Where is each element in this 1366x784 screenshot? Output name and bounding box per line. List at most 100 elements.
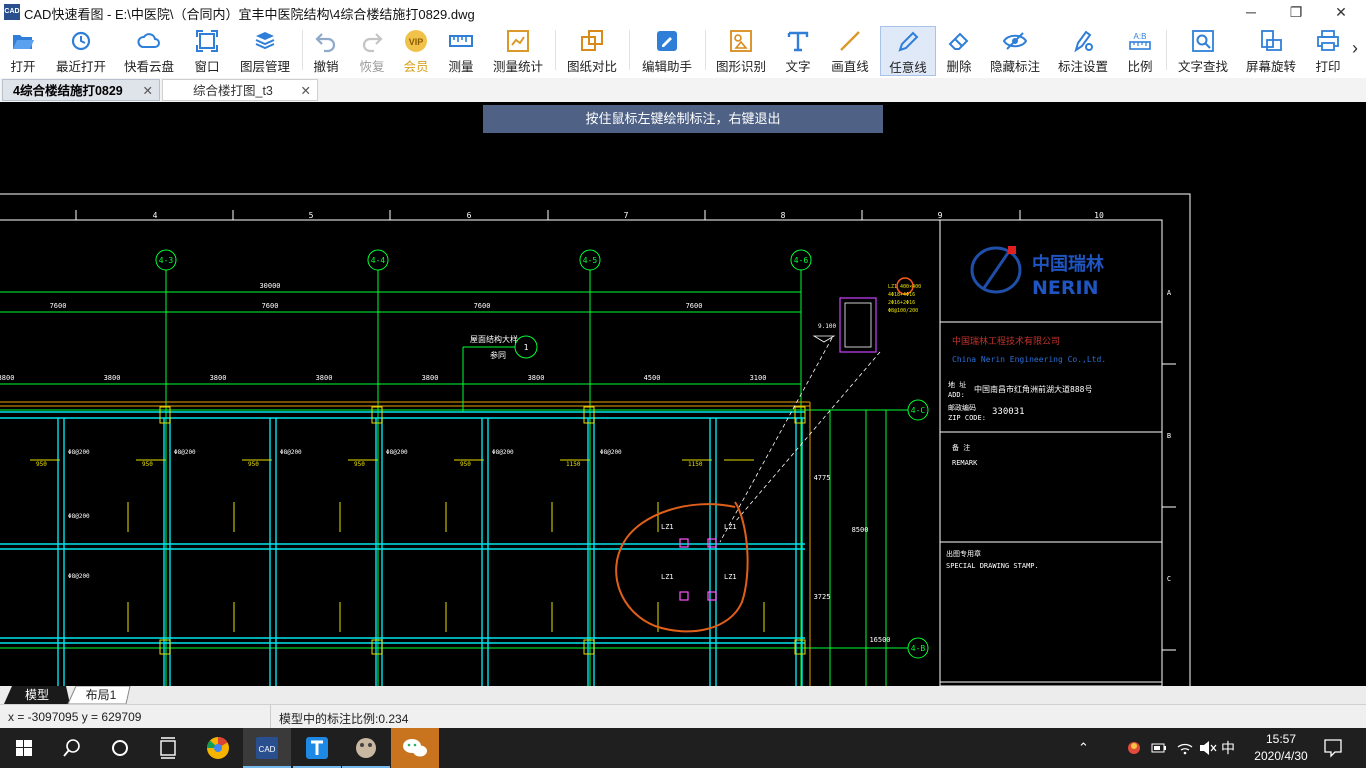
recent-clock-icon	[71, 31, 91, 51]
grid-bubble-label: 4-B	[911, 644, 926, 653]
edit-assistant-button[interactable]: 编辑助手	[636, 26, 698, 76]
stamp-label-en: SPECIAL DRAWING STAMP.	[946, 562, 1039, 570]
draw-line-button[interactable]: 画直线	[824, 26, 876, 76]
battery-icon[interactable]	[1150, 728, 1168, 768]
print-button[interactable]: 打印	[1308, 26, 1348, 76]
close-button[interactable]: ✕	[1318, 0, 1364, 24]
column-number: 7	[624, 211, 629, 220]
scale-button[interactable]: A:B 比例	[1120, 26, 1160, 76]
notification-icon[interactable]	[1322, 728, 1344, 768]
recent-open-button[interactable]: 最近打开	[50, 26, 112, 76]
freehand-pen-icon	[898, 31, 919, 52]
tray-app-icon[interactable]	[1126, 728, 1142, 768]
window-button[interactable]: 窗口	[186, 26, 228, 76]
measure-stats-button[interactable]: 测量统计	[488, 26, 548, 76]
document-tab-bar: 4综合楼结施打0829 ✕ 综合楼打图_t3 ✕	[0, 78, 1366, 103]
toolbar-overflow-icon[interactable]: ›	[1352, 38, 1358, 59]
tab-building-t3[interactable]: 综合楼打图_t3 ✕	[162, 79, 318, 101]
ime-indicator[interactable]: 中	[1221, 728, 1235, 768]
cortana-icon[interactable]	[96, 728, 144, 768]
game-icon[interactable]	[342, 728, 390, 768]
wifi-icon[interactable]	[1176, 728, 1194, 768]
svg-text:950: 950	[354, 461, 365, 468]
zip-label: 邮政编码	[948, 403, 976, 412]
tab-label: 4综合楼结施打0829	[13, 84, 123, 98]
measure-stats-icon	[507, 30, 529, 52]
toolbar-label: 隐藏标注	[989, 60, 1040, 74]
toolbar-label: 画直线	[831, 60, 869, 74]
screen-rotate-button[interactable]: 屏幕旋转	[1240, 26, 1302, 76]
svg-text:950: 950	[248, 461, 259, 468]
cloud-drive-button[interactable]: 快看云盘	[118, 26, 180, 76]
column-label-lz: LZ1	[724, 523, 737, 531]
vip-button[interactable]: VIP 会员	[396, 26, 436, 76]
toolbar-label: 屏幕旋转	[1245, 60, 1296, 74]
drawing-hint-banner: 按住鼠标左键绘制标注，右键退出	[483, 105, 883, 133]
redo-icon	[362, 33, 383, 53]
column-number: 8	[781, 211, 786, 220]
delete-button[interactable]: 删除	[940, 26, 978, 76]
freehand-line-button[interactable]: 任意线	[880, 26, 936, 76]
svg-text:950: 950	[142, 461, 153, 468]
dimension-vertical: 3725	[814, 593, 831, 601]
column-number: 9	[938, 211, 943, 220]
minimize-button[interactable]: ─	[1228, 0, 1274, 24]
annotation-settings-button[interactable]: 标注设置	[1052, 26, 1114, 76]
search-icon[interactable]	[48, 728, 96, 768]
undo-button[interactable]: 撤销	[306, 26, 346, 76]
tab-layout-1[interactable]: 布局1	[74, 686, 128, 704]
address-label-en: ADD:	[948, 391, 965, 399]
tab-model[interactable]: 模型	[10, 686, 64, 704]
text-button[interactable]: 文字	[778, 26, 818, 76]
toolbar-label: 编辑助手	[641, 60, 692, 74]
eraser-icon	[948, 32, 969, 50]
tray-expand-icon[interactable]: ⌃	[1078, 728, 1089, 768]
grid-bubble-label: 4-6	[794, 256, 809, 265]
measure-button[interactable]: 测量	[440, 26, 482, 76]
tab-close-icon[interactable]: ✕	[301, 80, 311, 102]
line-icon	[840, 31, 860, 51]
row-letter: C	[1167, 575, 1171, 583]
cad-viewer-icon[interactable]: CAD	[243, 728, 291, 768]
dimension-span: 7600	[50, 302, 67, 310]
note-subtitle: 参同	[490, 350, 506, 360]
layer-manager-button[interactable]: 图层管理	[234, 26, 296, 76]
tab-close-icon[interactable]: ✕	[143, 80, 153, 102]
dimension-total: 30000	[259, 282, 280, 290]
wechat-icon[interactable]	[391, 728, 439, 768]
text-search-button[interactable]: 文字查找	[1172, 26, 1234, 76]
windows-start-icon[interactable]	[0, 728, 48, 768]
toolbar-label: 比例	[1127, 60, 1153, 74]
toolbar-label: 任意线	[889, 61, 927, 75]
svg-text:2Φ16+2Φ16: 2Φ16+2Φ16	[888, 300, 915, 306]
hide-annotation-button[interactable]: 隐藏标注	[984, 26, 1046, 76]
task-view-icon[interactable]	[144, 728, 192, 768]
row-letter: B	[1167, 432, 1171, 440]
company-name-en: China Nerin Engineering Co.,Ltd.	[952, 355, 1106, 364]
dimension-sub: 3800	[422, 374, 439, 382]
dimension-sub: 3800	[104, 374, 121, 382]
text-app-icon[interactable]	[293, 728, 341, 768]
text-search-icon	[1192, 30, 1214, 52]
drawing-compare-button[interactable]: 图纸对比	[562, 26, 622, 76]
annotation-scale: 模型中的标注比例:0.234	[279, 712, 409, 726]
open-button[interactable]: 打开	[0, 26, 46, 76]
clock-time: 15:57	[1265, 732, 1297, 746]
toolbar-label: 文字	[785, 60, 811, 74]
tab-4-building[interactable]: 4综合楼结施打0829 ✕	[2, 79, 160, 101]
cursor-coordinates: x = -3097095 y = 629709	[8, 710, 142, 724]
browser-icon[interactable]	[194, 728, 242, 768]
freehand-annotation	[615, 501, 749, 633]
logo-cn-text: 中国瑞林	[1032, 253, 1104, 275]
redo-button[interactable]: 恢复	[352, 26, 392, 76]
svg-text:Φ8@200: Φ8@200	[68, 449, 90, 456]
svg-text:950: 950	[36, 461, 47, 468]
drawing-canvas[interactable]: 4 5 6 7 8 9 10 4-3 4-4 4-5 4-6 4-C 4-B 3…	[0, 102, 1366, 686]
system-clock[interactable]: 15:57 2020/4/30	[1248, 731, 1314, 765]
svg-text:1150: 1150	[566, 461, 581, 468]
shape-recognition-button[interactable]: 图形识别	[710, 26, 772, 76]
maximize-button[interactable]: ❐	[1273, 0, 1319, 24]
column-label-lz: LZ1	[661, 523, 674, 531]
clock-date: 2020/4/30	[1254, 749, 1308, 763]
volume-mute-icon[interactable]	[1198, 728, 1218, 768]
